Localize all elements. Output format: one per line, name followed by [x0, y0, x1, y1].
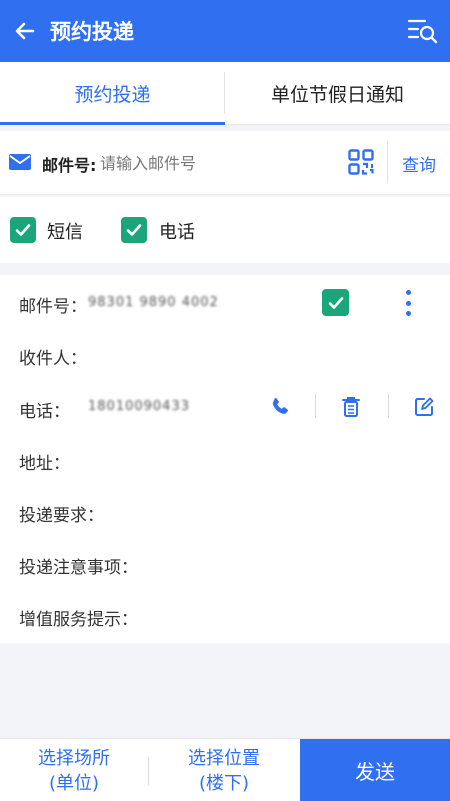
list-search-icon	[407, 19, 438, 44]
scan-qr-icon[interactable]	[348, 149, 374, 175]
tab-bar: 预约投递 单位节假日通知	[0, 62, 450, 125]
address-label: 地址：	[19, 454, 70, 474]
item-select-checkbox[interactable]	[322, 289, 349, 316]
phone-value: 18010090433	[88, 399, 190, 414]
mail-search-row: 邮件号: 查询	[0, 131, 450, 195]
tab-divider	[224, 72, 225, 114]
tab-holiday-notice[interactable]: 单位节假日通知	[225, 62, 450, 124]
action-divider	[315, 394, 316, 418]
select-position-label: 选择位置	[188, 747, 260, 769]
more-options-icon[interactable]	[398, 288, 418, 318]
check-icon	[15, 224, 31, 236]
call-icon[interactable]	[268, 395, 292, 419]
mail-number-value: 98301 9890 4002	[88, 295, 219, 310]
search-list-button[interactable]	[406, 14, 440, 48]
arrow-left-icon	[15, 22, 35, 40]
recipient-label: 收件人：	[19, 349, 87, 369]
sms-checkbox[interactable]	[10, 217, 36, 243]
page-title: 预约投递	[50, 20, 134, 44]
delivery-requirement-label: 投递要求：	[19, 506, 104, 526]
select-place-label: 选择场所	[38, 747, 110, 769]
app-header: 预约投递	[0, 0, 450, 62]
mail-icon	[9, 154, 31, 170]
select-place-button[interactable]: 选择场所 (单位)	[0, 739, 148, 801]
search-divider	[387, 141, 388, 183]
mail-number-field-label: 邮件号：	[19, 297, 87, 317]
trash-icon[interactable]	[339, 395, 363, 419]
tab-appointment-delivery[interactable]: 预约投递	[0, 62, 225, 125]
bottom-action-bar: 选择场所 (单位) 选择位置 (楼下) 发送	[0, 738, 450, 801]
query-button[interactable]: 查询	[402, 151, 436, 176]
value-added-service-label: 增值服务提示：	[19, 610, 138, 630]
send-button[interactable]: 发送	[300, 739, 450, 801]
select-position-button[interactable]: 选择位置 (楼下)	[149, 739, 299, 801]
delivery-notes-label: 投递注意事项：	[19, 558, 138, 578]
edit-icon[interactable]	[412, 395, 436, 419]
delivery-item-card: 邮件号： 98301 9890 4002 收件人： 电话： 1801009043…	[0, 275, 450, 643]
mail-number-label: 邮件号:	[42, 156, 97, 175]
mail-number-input[interactable]	[100, 148, 330, 178]
select-position-sub: (楼下)	[198, 772, 250, 794]
check-icon	[328, 296, 343, 309]
phone-field-label: 电话：	[19, 402, 70, 422]
phone-checkbox[interactable]	[121, 217, 147, 243]
action-divider	[388, 394, 389, 418]
phone-label: 电话	[159, 222, 195, 243]
back-button[interactable]	[0, 0, 50, 62]
select-place-sub: (单位)	[48, 772, 100, 794]
notify-options: 短信 电话	[0, 197, 450, 263]
sms-label: 短信	[47, 222, 83, 243]
check-icon	[126, 224, 142, 236]
